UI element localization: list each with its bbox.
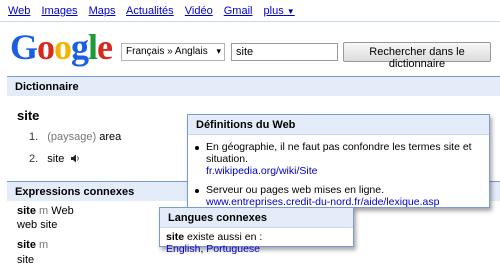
web-definition-text: En géographie, il ne faut pas confondre … xyxy=(206,141,472,165)
definition-number: 2. xyxy=(29,153,39,165)
related-subtext: web site xyxy=(17,219,58,231)
related-languages-popup: Langues connexes site existe aussi en : … xyxy=(159,207,354,255)
related-word: site xyxy=(17,205,36,217)
definition-text: site xyxy=(47,153,65,165)
web-definitions-popup: Définitions du Web En géographie, il ne … xyxy=(187,114,490,208)
nav-plus[interactable]: plus ▼ xyxy=(264,5,295,17)
related-word: site xyxy=(17,239,36,251)
language-select-value: Français » Anglais xyxy=(126,46,208,57)
related-languages-text: existe aussi en : xyxy=(184,231,263,243)
nav-gmail[interactable]: Gmail xyxy=(224,5,253,17)
nav-plus-label: plus xyxy=(263,5,284,17)
logo-letter: e xyxy=(97,27,113,67)
language-link-portuguese[interactable]: Portuguese xyxy=(206,243,260,255)
search-dictionary-button[interactable]: Rechercher dans le dictionnaire xyxy=(343,42,491,70)
language-link-english[interactable]: English xyxy=(166,243,200,255)
logo-letter: G xyxy=(10,27,38,67)
chevron-down-icon: ▾ xyxy=(216,46,221,56)
related-languages-word: site xyxy=(166,231,185,243)
entry-word: site xyxy=(17,108,40,123)
related-item[interactable]: site m Web xyxy=(17,205,74,217)
web-definition-text: Serveur ou pages web mises en ligne. xyxy=(206,184,385,196)
top-nav: Web Images Maps Actualités Vidéo Gmail p… xyxy=(0,0,500,22)
dictionary-header: Dictionnaire xyxy=(7,76,500,96)
definition-item: 1. (paysage) area xyxy=(29,131,121,143)
nav-web[interactable]: Web xyxy=(8,5,30,17)
logo-letter: g xyxy=(71,27,89,67)
related-gender: m xyxy=(39,239,49,251)
search-input[interactable]: site xyxy=(231,43,338,61)
related-languages-header: Langues connexes xyxy=(160,208,353,228)
web-definition-item: En géographie, il ne faut pas confondre … xyxy=(188,141,489,177)
definition-text: area xyxy=(99,131,122,143)
language-select[interactable]: Français » Anglais ▾ xyxy=(121,43,225,61)
definition-number: 1. xyxy=(29,131,39,143)
related-subtext: site xyxy=(17,254,35,266)
web-definition-item: Serveur ou pages web mises en ligne. www… xyxy=(188,184,489,208)
logo-letter: l xyxy=(88,27,98,67)
related-gender: m xyxy=(39,205,49,217)
definition-note: (paysage) xyxy=(47,131,97,143)
nav-images[interactable]: Images xyxy=(41,5,77,17)
web-definition-link[interactable]: fr.wikipedia.org/wiki/Site xyxy=(206,165,317,177)
nav-actualites[interactable]: Actualités xyxy=(126,5,174,17)
speaker-icon[interactable] xyxy=(71,154,80,166)
web-definitions-header: Définitions du Web xyxy=(188,115,489,135)
related-translation: Web xyxy=(51,205,74,217)
nav-video[interactable]: Vidéo xyxy=(185,5,213,17)
logo-letter: o xyxy=(37,27,55,67)
triangle-down-icon: ▼ xyxy=(286,7,295,16)
definition-item: 2. site xyxy=(29,153,80,166)
nav-maps[interactable]: Maps xyxy=(89,5,116,17)
language-separator: , xyxy=(200,243,204,255)
logo-letter: o xyxy=(54,27,72,67)
related-item[interactable]: site m xyxy=(17,239,48,251)
related-languages-body: site existe aussi en : English, Portugue… xyxy=(160,228,353,255)
google-logo[interactable]: Google xyxy=(10,27,113,67)
